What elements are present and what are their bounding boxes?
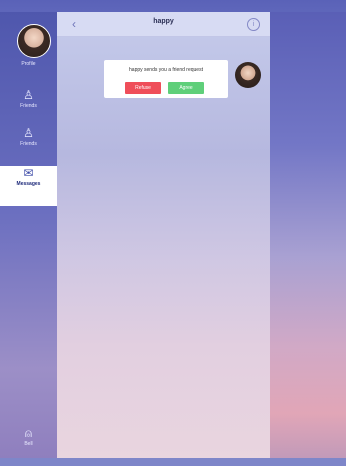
users-icon: ♙ bbox=[23, 126, 34, 140]
avatar-image bbox=[17, 24, 51, 58]
user-icon: ♙ bbox=[23, 88, 34, 102]
info-button[interactable]: i bbox=[247, 18, 260, 31]
background-area bbox=[270, 12, 346, 458]
chat-panel: ‹ happy i happy sends you a friend reque… bbox=[57, 12, 270, 458]
chat-header: ‹ happy i bbox=[57, 12, 270, 37]
mail-icon: ✉ bbox=[23, 166, 34, 180]
info-icon: i bbox=[252, 21, 255, 28]
status-bar bbox=[0, 0, 346, 12]
chat-title: happy bbox=[153, 18, 174, 25]
friend-request-text: happy sends you a friend request bbox=[129, 67, 203, 73]
sidebar-item-friends[interactable]: ♙ Friends bbox=[0, 88, 57, 128]
sidebar-item-bell[interactable]: ⍝ Bell bbox=[0, 426, 57, 466]
sidebar-item-label: Bell bbox=[24, 441, 33, 447]
sidebar: Profile ♙ Friends ♙ Friends ✉ Messages ⍝… bbox=[0, 12, 57, 458]
profile-avatar[interactable] bbox=[17, 24, 51, 58]
sidebar-item-messages[interactable]: ✉ Messages bbox=[0, 166, 57, 206]
sidebar-item-label: Friends bbox=[20, 103, 37, 109]
bell-icon: ⍝ bbox=[24, 426, 33, 440]
sidebar-item-friends-2[interactable]: ♙ Friends bbox=[0, 126, 57, 166]
sidebar-item-label: Messages bbox=[16, 181, 41, 187]
sidebar-item-label: Profile bbox=[21, 61, 36, 67]
friend-request-bubble: happy sends you a friend request Refuse … bbox=[104, 60, 228, 98]
sidebar-item-label: Friends bbox=[20, 141, 37, 147]
sender-avatar[interactable] bbox=[235, 62, 261, 88]
refuse-button[interactable]: Refuse bbox=[125, 82, 161, 94]
agree-button[interactable]: Agree bbox=[168, 82, 204, 94]
